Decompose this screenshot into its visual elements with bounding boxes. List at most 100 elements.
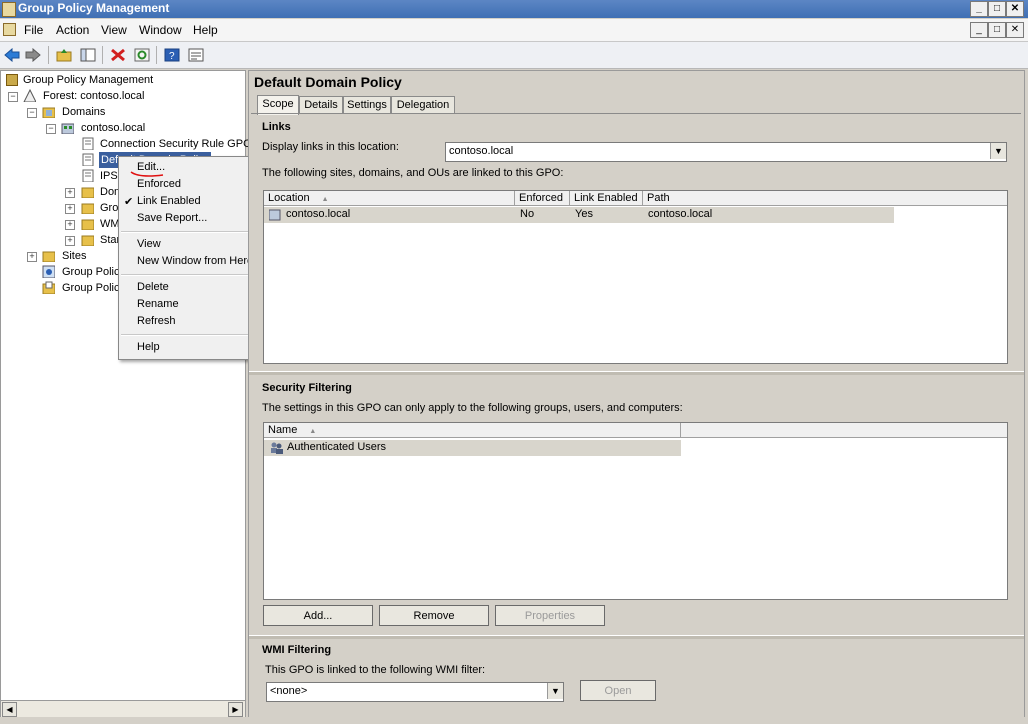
- gpmc-app-icon: [2, 2, 16, 17]
- tab-settings[interactable]: Settings: [343, 96, 391, 114]
- svg-text:?: ?: [169, 51, 175, 62]
- tree-domain[interactable]: contoso.local: [81, 120, 145, 136]
- menu-item-view[interactable]: View: [137, 238, 161, 250]
- menu-item-new-window[interactable]: New Window from Here: [137, 255, 253, 267]
- table-row[interactable]: contoso.local No Yes contoso.local: [264, 207, 894, 223]
- collapse-icon[interactable]: −: [46, 124, 56, 134]
- wmi-filter-dropdown[interactable]: <none> ▼: [266, 682, 564, 702]
- cell-enforced: No: [520, 208, 535, 220]
- menu-item-help[interactable]: Help: [137, 341, 160, 353]
- menu-bar: File Action View Window Help _ □ ✕: [0, 19, 1028, 42]
- mmc-document-icon[interactable]: [3, 23, 16, 36]
- properties-button[interactable]: [187, 46, 205, 64]
- collapse-icon[interactable]: −: [27, 108, 37, 118]
- column-name[interactable]: Name ▲: [264, 423, 681, 438]
- properties-button[interactable]: Properties: [495, 605, 605, 626]
- child-restore-button[interactable]: □: [988, 22, 1006, 38]
- menu-item-save-report[interactable]: Save Report...: [137, 212, 207, 224]
- menu-item-delete[interactable]: Delete: [137, 281, 169, 293]
- expand-icon[interactable]: +: [65, 204, 75, 214]
- chevron-down-icon[interactable]: ▼: [990, 143, 1006, 159]
- expand-icon[interactable]: +: [65, 236, 75, 246]
- expand-icon[interactable]: +: [65, 220, 75, 230]
- menu-action[interactable]: Action: [56, 23, 89, 37]
- refresh-icon: [134, 48, 150, 62]
- menu-view[interactable]: View: [101, 23, 127, 37]
- toolbar-separator: [102, 46, 103, 64]
- tree-gp-results[interactable]: Group Policy: [62, 280, 125, 296]
- column-location[interactable]: Location ▲: [264, 191, 515, 206]
- open-button[interactable]: Open: [580, 680, 656, 701]
- status-bar: [0, 717, 1028, 724]
- expand-icon[interactable]: +: [65, 188, 75, 198]
- scroll-left-icon[interactable]: ◀: [2, 702, 17, 717]
- security-filter-list[interactable]: Name ▲ Authenticated Users: [263, 422, 1008, 600]
- delete-button[interactable]: [109, 46, 127, 64]
- gpmc-icon: [6, 74, 18, 86]
- tree-sites[interactable]: Sites: [62, 248, 86, 264]
- menu-help[interactable]: Help: [193, 23, 218, 37]
- tab-strip-line: [251, 113, 1021, 114]
- section-divider[interactable]: [249, 635, 1024, 639]
- sort-asc-icon: ▲: [309, 428, 317, 435]
- tab-delegation[interactable]: Delegation: [391, 96, 455, 114]
- show-hide-tree-button[interactable]: [79, 46, 97, 64]
- child-minimize-button[interactable]: _: [970, 22, 988, 38]
- column-enforced[interactable]: Enforced: [515, 191, 570, 206]
- gpo-folder-icon: [81, 203, 94, 214]
- menu-item-rename[interactable]: Rename: [137, 298, 179, 310]
- domains-folder-icon: [42, 107, 55, 118]
- wmi-filter-value: <none>: [270, 685, 308, 697]
- menu-item-refresh[interactable]: Refresh: [137, 315, 176, 327]
- checkmark-icon: ✔: [124, 196, 134, 208]
- window-title: Group Policy Management: [18, 1, 170, 15]
- tree-forest[interactable]: Forest: contoso.local: [43, 88, 145, 104]
- help-button[interactable]: ?: [163, 46, 181, 64]
- links-list[interactable]: Location ▲ Enforced Link Enabled Path con…: [263, 190, 1008, 364]
- show-hide-tree-icon: [80, 48, 96, 62]
- back-button[interactable]: [3, 46, 21, 64]
- tree-horizontal-scrollbar[interactable]: ◀ ▶: [0, 700, 246, 718]
- refresh-button[interactable]: [133, 46, 151, 64]
- tree-root[interactable]: Group Policy Management: [23, 72, 153, 88]
- column-link-enabled[interactable]: Link Enabled: [570, 191, 643, 206]
- toolbar: ?: [0, 42, 1028, 69]
- wmi-filtering-heading: WMI Filtering: [262, 644, 332, 656]
- up-one-level-button[interactable]: [55, 46, 73, 64]
- users-group-icon: [271, 442, 283, 454]
- collapse-icon[interactable]: −: [8, 92, 18, 102]
- back-icon: [4, 48, 20, 62]
- ou-folder-icon: [81, 187, 94, 198]
- domain-icon: [269, 209, 281, 221]
- menu-item-enforced[interactable]: Enforced: [137, 178, 181, 190]
- security-info-text: The settings in this GPO can only apply …: [262, 402, 683, 414]
- up-folder-icon: [56, 49, 72, 62]
- menu-window[interactable]: Window: [139, 23, 182, 37]
- toolbar-separator: [48, 46, 49, 64]
- expand-icon[interactable]: +: [27, 252, 37, 262]
- section-divider[interactable]: [249, 371, 1024, 375]
- maximize-button[interactable]: □: [988, 1, 1006, 17]
- menu-file[interactable]: File: [24, 23, 43, 37]
- add-button[interactable]: Add...: [263, 605, 373, 626]
- tree-gp-modeling[interactable]: Group Policy: [62, 264, 125, 280]
- wmi-folder-icon: [81, 219, 94, 230]
- column-path[interactable]: Path: [643, 191, 1007, 206]
- minimize-button[interactable]: _: [970, 1, 988, 17]
- tab-scope[interactable]: Scope: [257, 95, 299, 115]
- help-icon: ?: [164, 48, 180, 62]
- close-button[interactable]: ✕: [1006, 1, 1024, 17]
- chevron-down-icon[interactable]: ▼: [547, 683, 563, 699]
- page-title: Default Domain Policy: [254, 74, 402, 90]
- forward-button[interactable]: [24, 46, 42, 64]
- tree-gpo-connection-security[interactable]: Connection Security Rule GPO: [100, 136, 252, 152]
- remove-button[interactable]: Remove: [379, 605, 489, 626]
- child-close-button[interactable]: ✕: [1006, 22, 1024, 38]
- menu-item-link-enabled[interactable]: Link Enabled: [137, 195, 201, 207]
- tab-details[interactable]: Details: [299, 96, 343, 114]
- table-row[interactable]: Authenticated Users: [264, 440, 681, 456]
- tree-domains[interactable]: Domains: [62, 104, 105, 120]
- scroll-right-icon[interactable]: ▶: [228, 702, 243, 717]
- location-dropdown[interactable]: contoso.local ▼: [445, 142, 1007, 162]
- cell-name: Authenticated Users: [287, 441, 387, 453]
